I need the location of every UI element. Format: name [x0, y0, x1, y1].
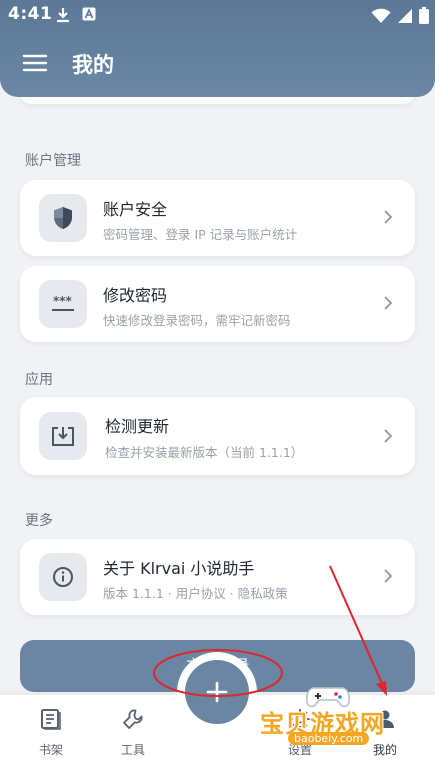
check-update-card[interactable]: 检测更新 检查并安装最新版本（当前 1.1.1） [20, 397, 415, 475]
svg-text:***: *** [53, 294, 73, 308]
wifi-icon [371, 8, 391, 23]
signal-icon [398, 8, 412, 23]
chevron-right-icon [384, 296, 393, 310]
password-icon: *** [52, 294, 74, 311]
watermark-subtext: baobeiy.com [288, 732, 370, 745]
nav-item-bookshelf[interactable]: 书架 [21, 707, 81, 758]
section-label-more: 更多 [25, 513, 53, 529]
watermark-logo: 宝贝游戏网 baobeiy.com [260, 687, 410, 760]
nav-item-tools[interactable]: 工具 [103, 707, 163, 758]
chevron-right-icon [384, 429, 393, 443]
card-title: 修改密码 [103, 286, 168, 305]
account-security-card[interactable]: 账户安全 密码管理、登录 IP 记录与账户统计 [20, 180, 415, 256]
card-title: 关于 Klrvai 小说助手 [103, 559, 255, 578]
battery-icon [419, 7, 429, 24]
status-bar: 4:41 [0, 4, 435, 26]
card-title: 账户安全 [103, 200, 168, 219]
add-button[interactable] [185, 660, 249, 724]
card-subtitle: 版本 1.1.1 · 用户协议 · 隐私政策 [103, 586, 288, 601]
card-subtitle: 检查并安装最新版本（当前 1.1.1） [105, 445, 304, 460]
menu-icon[interactable] [22, 52, 48, 74]
section-label-app: 应用 [25, 372, 53, 388]
wrench-icon [123, 709, 143, 729]
nav-label: 工具 [120, 743, 145, 757]
status-time: 4:41 [8, 4, 53, 24]
card-title: 检测更新 [105, 417, 170, 436]
chevron-right-icon [384, 569, 393, 583]
book-icon [41, 709, 61, 730]
plus-icon [206, 681, 228, 703]
card-subtitle: 快速修改登录密码，需牢记新密码 [103, 313, 291, 328]
chevron-right-icon [384, 210, 393, 224]
card-subtitle: 密码管理、登录 IP 记录与账户统计 [103, 227, 298, 242]
shield-icon [54, 207, 72, 229]
change-password-card[interactable]: *** 修改密码 快速修改登录密码，需牢记新密码 [20, 266, 415, 342]
page-title: 我的 [72, 53, 114, 77]
about-card[interactable]: 关于 Klrvai 小说助手 版本 1.1.1 · 用户协议 · 隐私政策 [20, 539, 415, 615]
section-label-account: 账户管理 [25, 153, 81, 169]
nav-label: 书架 [38, 743, 63, 757]
app-header: 4:41 我的 [0, 0, 435, 97]
font-status-icon [82, 7, 96, 21]
info-icon [53, 567, 73, 587]
download-icon [52, 427, 74, 446]
download-status-icon [57, 8, 69, 23]
